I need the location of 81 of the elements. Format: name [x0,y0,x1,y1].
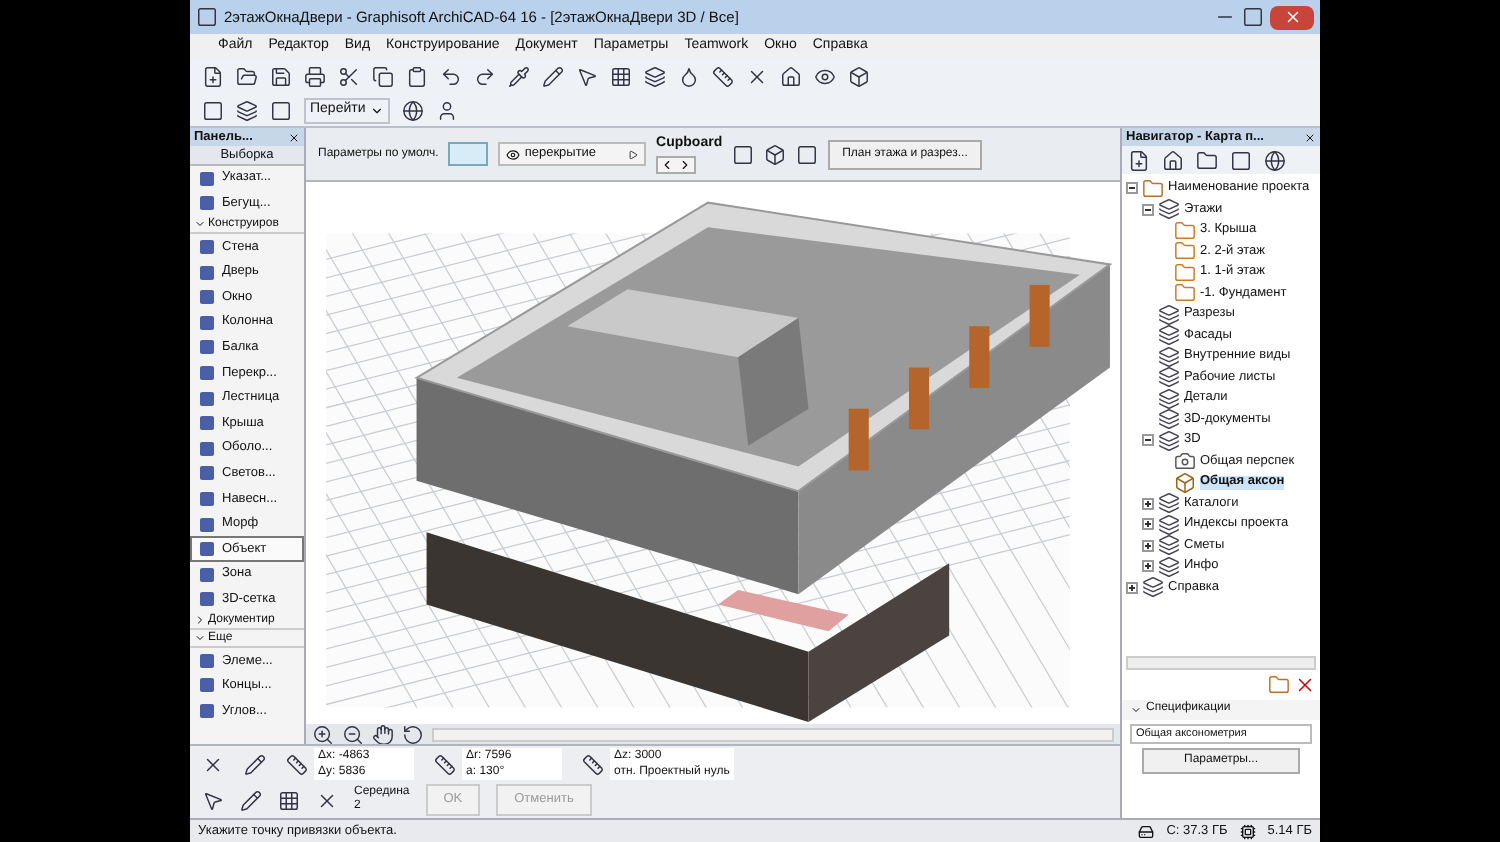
view-icon[interactable] [1158,555,1180,578]
person-icon[interactable] [435,100,458,122]
ruler-icon[interactable] [286,753,308,776]
memory-icon [1239,823,1256,839]
close-icon[interactable] [288,131,300,143]
close-icon[interactable] [746,66,768,88]
delete-icon[interactable] [1294,673,1316,696]
caret-icon [369,104,384,118]
box-icon[interactable] [764,143,787,165]
expander-icon[interactable] [1142,434,1154,447]
paste-icon[interactable] [406,66,428,88]
box-icon[interactable] [848,66,870,88]
window-icon[interactable] [202,100,224,122]
pointer-icon[interactable] [202,789,224,811]
globe-icon[interactable] [1264,149,1286,171]
pencil-icon[interactable] [542,66,564,88]
document-icon[interactable] [1128,149,1150,171]
pencil-icon[interactable] [244,753,266,776]
redo-icon[interactable] [474,66,496,88]
expander-icon[interactable] [1142,518,1154,531]
folder-icon[interactable] [1196,149,1218,171]
view-icon[interactable] [1158,492,1180,515]
caret-icon [628,149,639,159]
grid-icon[interactable] [278,789,300,811]
expander-icon[interactable] [1142,497,1154,510]
new-file-icon[interactable] [202,66,224,88]
house-icon[interactable] [780,66,802,88]
cube-icon[interactable] [1174,471,1196,494]
ruler-icon[interactable] [582,753,604,776]
view-icon[interactable] [796,143,819,165]
expander-icon[interactable] [1142,539,1154,552]
layers-icon[interactable] [236,100,258,122]
eye-icon[interactable] [814,66,836,88]
expander-icon[interactable] [1126,581,1138,594]
expander-icon[interactable] [1142,203,1154,216]
expander-icon[interactable] [1126,182,1138,195]
ruler-icon[interactable] [434,753,456,776]
view-icon[interactable] [1158,534,1180,557]
window-icon[interactable] [270,100,292,122]
view-icon[interactable] [1158,513,1180,536]
object-stepper[interactable] [656,155,697,174]
expander-icon[interactable] [1142,560,1154,573]
close-icon [1283,8,1301,26]
view-icon[interactable] [1158,429,1180,452]
cut-icon[interactable] [338,66,360,88]
rotate-icon[interactable] [402,723,424,745]
view-icon[interactable] [732,143,755,165]
zoom-out-icon[interactable] [342,723,364,745]
view-icon[interactable] [1158,324,1180,347]
window-icon[interactable] [1230,149,1252,171]
eyedropper-icon[interactable] [508,66,530,88]
view-icon[interactable] [1158,408,1180,431]
layers-icon[interactable] [644,66,666,88]
app-icon[interactable] [196,6,218,28]
ruler-icon[interactable] [712,66,734,88]
open-folder-icon[interactable] [236,66,258,88]
view-icon[interactable] [1158,387,1180,410]
grid-icon[interactable] [610,66,632,88]
eye-icon [506,147,521,161]
zoom-in-icon[interactable] [312,723,334,745]
close-icon[interactable] [202,753,224,776]
pointer-icon[interactable] [576,66,598,88]
save-icon[interactable] [270,66,292,88]
copy-icon[interactable] [372,66,394,88]
camera-icon[interactable] [1174,450,1196,473]
house-icon[interactable] [1162,149,1184,171]
cross-icon[interactable] [316,789,338,811]
pencil-icon[interactable] [240,789,262,811]
maximize-icon[interactable] [1242,6,1264,28]
view-icon[interactable] [1158,303,1180,326]
drop-icon[interactable] [678,66,700,88]
hand-icon[interactable] [372,723,394,745]
undo-icon[interactable] [440,66,462,88]
view-icon[interactable] [1158,345,1180,368]
close-icon[interactable] [1304,131,1316,143]
globe-icon[interactable] [401,100,424,122]
view-icon[interactable] [1158,198,1180,221]
expander-icon [1130,703,1142,716]
view-icon[interactable] [1142,576,1164,599]
print-icon[interactable] [304,66,326,88]
view-icon[interactable] [1158,366,1180,389]
